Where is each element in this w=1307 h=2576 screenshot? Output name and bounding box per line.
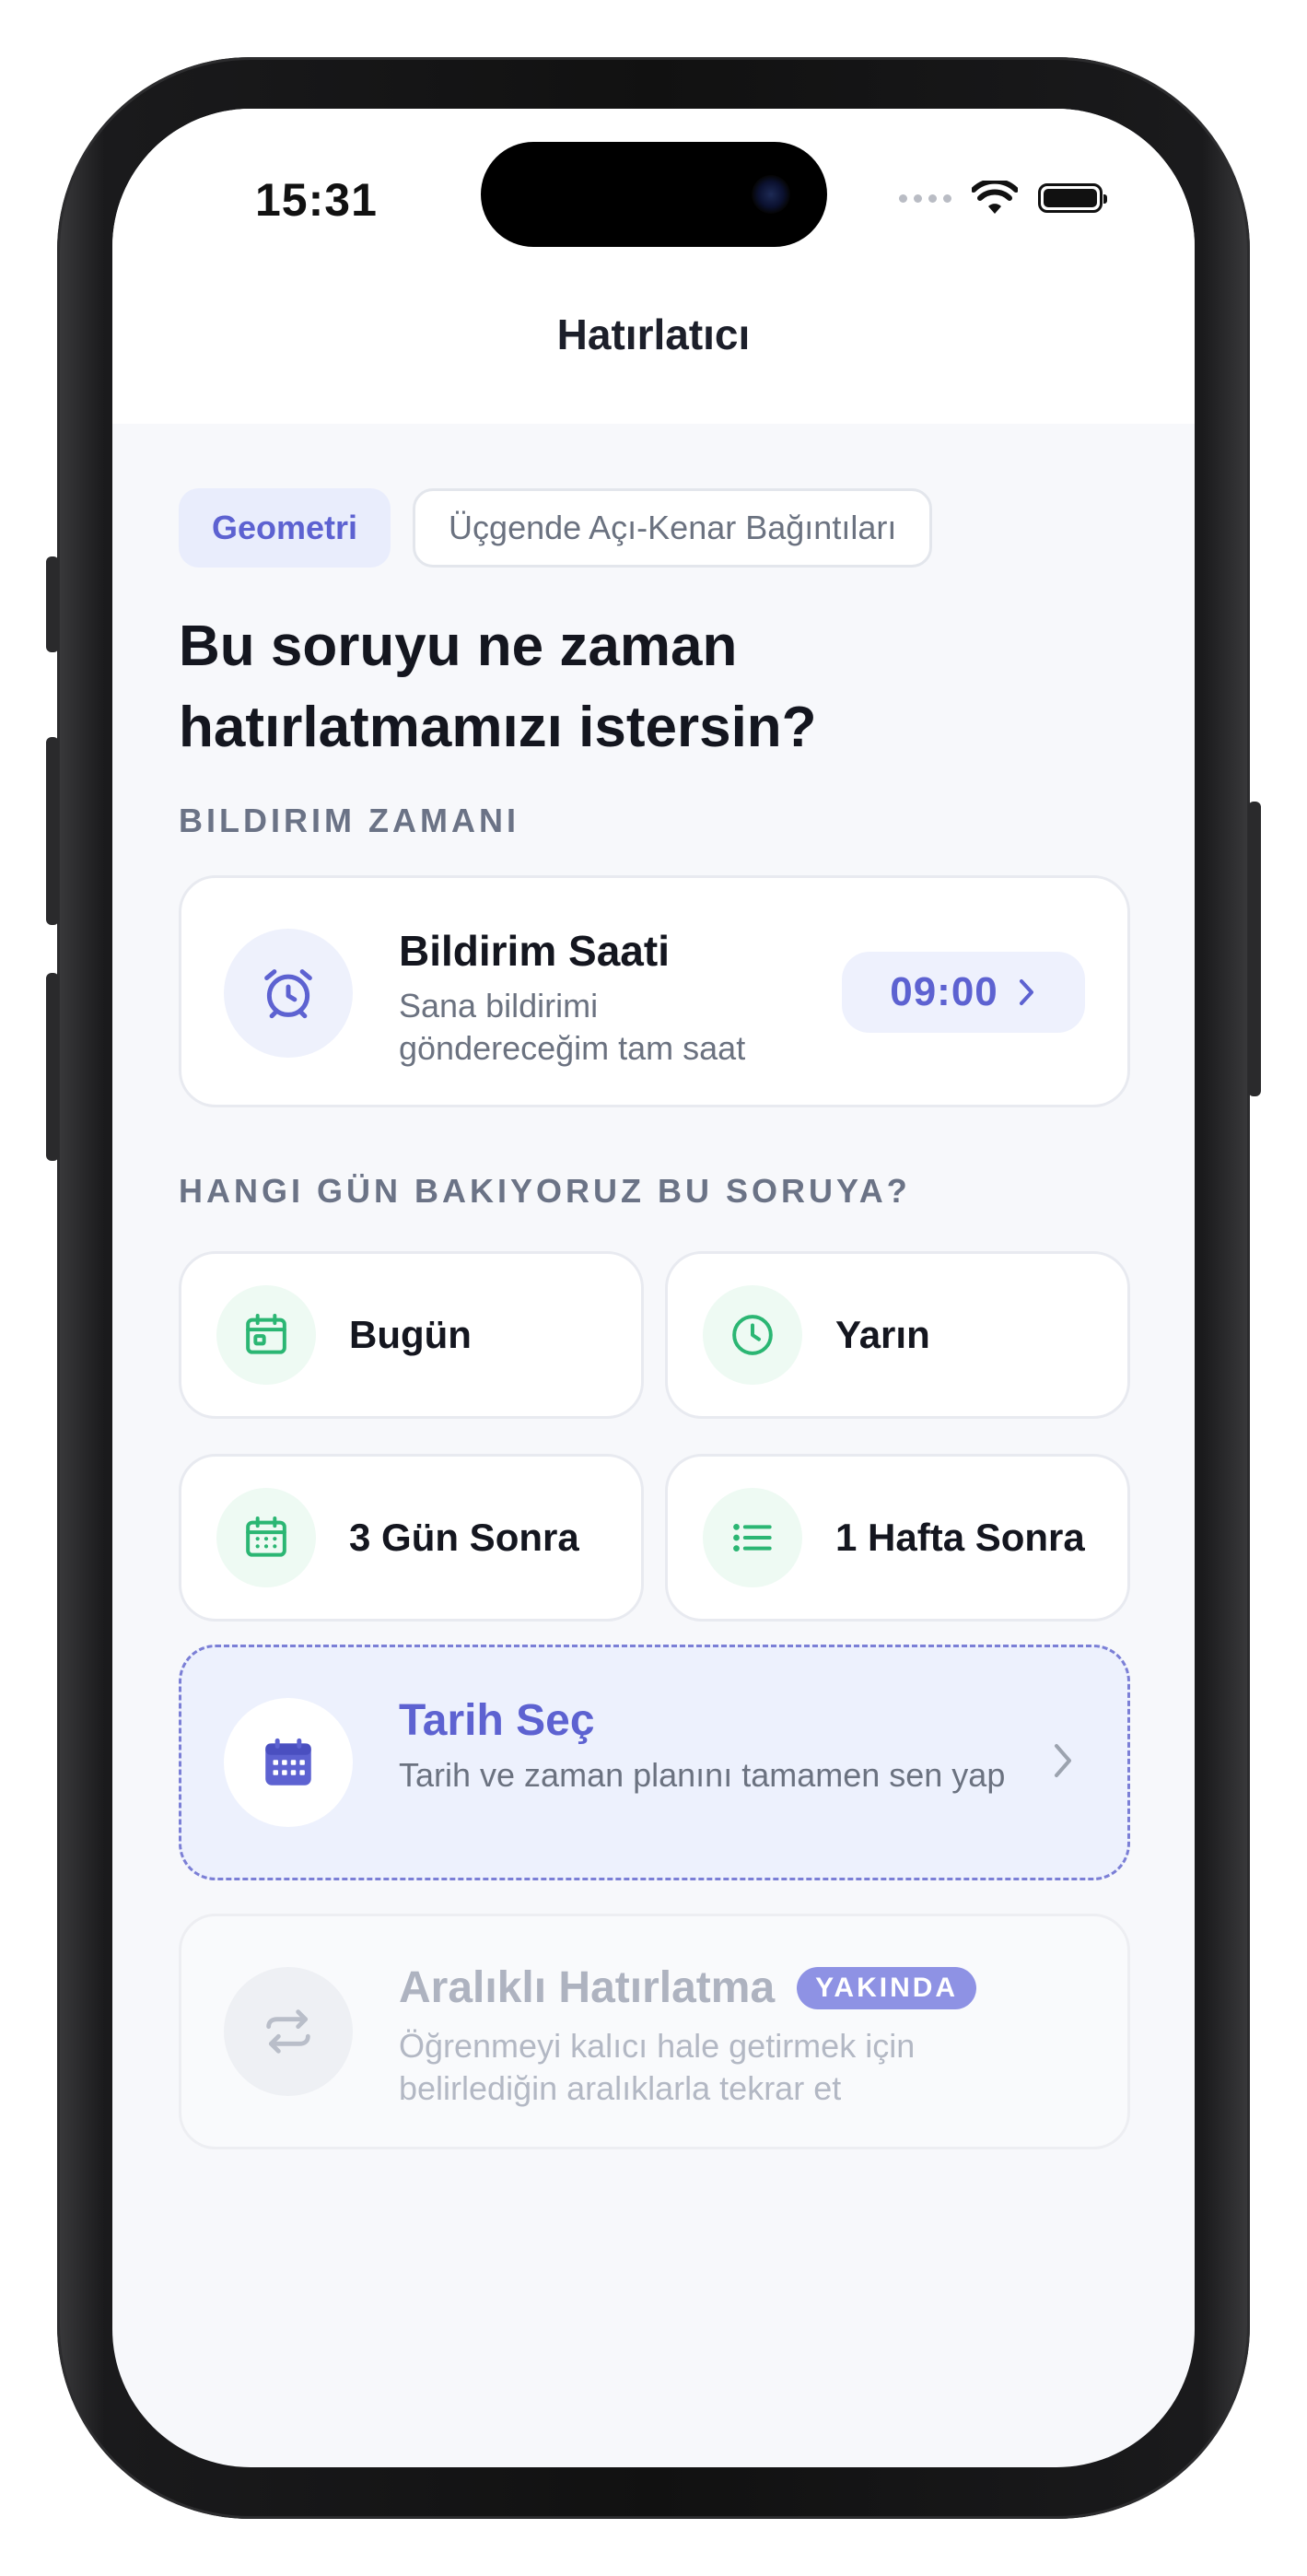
option-label: Bugün (349, 1313, 472, 1356)
coming-soon-badge: YAKINDA (797, 1966, 977, 2009)
calendar-grid-icon (246, 1516, 286, 1557)
phone-screen: 15:31 Hatırlatıcı Geometri Üçgende Açı-K… (112, 109, 1195, 2467)
spaced-reminder-card: Aralıklı Hatırlatma YAKINDA Öğrenmeyi ka… (179, 1914, 1130, 2149)
spaced-reminder-subtitle: Öğrenmeyi kalıcı hale getirmek için beli… (399, 2027, 916, 2107)
option-1-week[interactable]: 1 Hafta Sonra (665, 1454, 1130, 1622)
page-title: Hatırlatıcı (556, 310, 751, 358)
repeat-icon (266, 2009, 310, 2054)
alarm-clock-icon (264, 969, 312, 1019)
list-icon (733, 1523, 772, 1552)
time-picker-button[interactable]: 09:00 (842, 952, 1085, 1033)
days-section-label: HANGI GÜN BAKIYORUZ BU SORUYA? (179, 1172, 911, 1210)
day-options-grid: Bugün Yarın 3 Gün Sonra 1 Hafta Sonra (179, 1251, 1130, 1622)
calendar-icon (265, 1738, 311, 1786)
notification-section-label: BILDIRIM ZAMANI (179, 802, 519, 839)
main-content: Geometri Üçgende Açı-Kenar Bağıntıları B… (179, 488, 1130, 2149)
spaced-reminder-header: Aralıklı Hatırlatma YAKINDA (399, 1962, 977, 2013)
pick-date-icon-circle (224, 1698, 353, 1827)
signal-dots-icon (899, 193, 951, 203)
option-tomorrow[interactable]: Yarın (665, 1251, 1130, 1419)
1-week-icon-circle (703, 1488, 802, 1587)
status-time: 15:31 (255, 174, 378, 226)
option-label: Yarın (835, 1313, 930, 1356)
power-button (1248, 802, 1261, 1096)
status-indicators (899, 181, 1107, 216)
clock-icon (732, 1315, 773, 1355)
pick-date-subtitle: Tarih ve zaman planını tamamen sen yap (399, 1756, 1006, 1794)
notification-subtitle: Sana bildirimi göndereceğim tam saat (399, 987, 746, 1067)
headline: Bu soruyu ne zaman hatırlatmamızı isters… (179, 606, 1130, 768)
tomorrow-icon-circle (703, 1285, 802, 1385)
dynamic-island (481, 142, 827, 247)
volume-down-button (46, 973, 59, 1161)
notification-title: Bildirim Saati (399, 927, 670, 975)
alarm-icon-circle (224, 929, 353, 1058)
today-icon-circle (216, 1285, 316, 1385)
subject-chip[interactable]: Geometri (179, 488, 391, 568)
wifi-icon (972, 181, 1018, 214)
option-label: 3 Gün Sonra (349, 1516, 579, 1559)
calendar-today-icon (246, 1314, 286, 1354)
action-button (46, 556, 59, 652)
pick-date-title: Tarih Seç (399, 1696, 595, 1745)
pick-date-card[interactable]: Tarih Seç Tarih ve zaman planını tamamen… (179, 1645, 1130, 1880)
battery-icon (1038, 183, 1107, 213)
spaced-reminder-title: Aralıklı Hatırlatma (399, 1963, 776, 2012)
option-3-days[interactable]: 3 Gün Sonra (179, 1454, 644, 1622)
option-today[interactable]: Bugün (179, 1251, 644, 1419)
chevron-right-icon (1055, 1744, 1071, 1777)
option-label: 1 Hafta Sonra (835, 1516, 1085, 1559)
topic-chips: Geometri Üçgende Açı-Kenar Bağıntıları (179, 488, 1130, 568)
notification-time-card[interactable]: Bildirim Saati Sana bildirimi göndereceğ… (179, 875, 1130, 1107)
3-days-icon-circle (216, 1488, 316, 1587)
volume-up-button (46, 737, 59, 925)
headline-line-1: Bu soruyu ne zaman (179, 615, 738, 678)
headline-line-2: hatırlatmamızı istersin? (179, 696, 817, 759)
chevron-right-icon (1019, 979, 1033, 1005)
repeat-icon-circle (224, 1967, 353, 2096)
topic-chip[interactable]: Üçgende Açı-Kenar Bağıntıları (413, 488, 933, 568)
header-area: 15:31 Hatırlatıcı (112, 109, 1195, 424)
camera-icon (752, 175, 790, 214)
time-value: 09:00 (890, 969, 998, 1014)
